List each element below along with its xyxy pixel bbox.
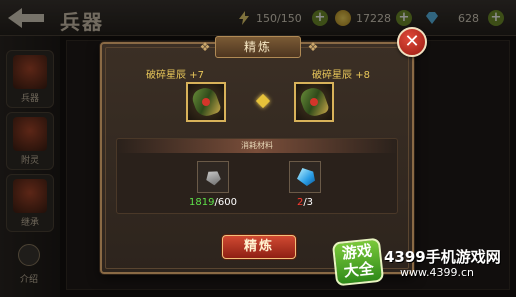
refine-button[interactable]: 精炼 bbox=[222, 235, 296, 259]
gem-icon bbox=[310, 98, 318, 106]
material-need: /600 bbox=[214, 197, 237, 208]
material-slot-stone[interactable] bbox=[197, 161, 229, 193]
close-icon[interactable]: ✕ bbox=[397, 27, 427, 57]
gem-icon bbox=[202, 98, 210, 106]
next-item-name: 破碎星辰 +8 bbox=[312, 70, 370, 81]
material-slot-crystal[interactable] bbox=[289, 161, 321, 193]
crystal-icon bbox=[297, 168, 315, 186]
title-ornament-icon: ❖ bbox=[307, 40, 319, 54]
watermark-logo: 游戏 大全 bbox=[331, 237, 385, 287]
material-need: /3 bbox=[303, 197, 314, 208]
material-count-crystal: 2/3 bbox=[275, 197, 335, 208]
watermark-text: 4399手机游戏网 bbox=[384, 248, 501, 266]
material-count-stone: 1819/600 bbox=[183, 197, 243, 208]
material-have: 1819 bbox=[189, 197, 215, 208]
dialog-title: 精炼 bbox=[215, 36, 301, 58]
materials-header: 消耗材料 bbox=[117, 139, 397, 153]
watermark-url: www.4399.cn bbox=[400, 266, 474, 279]
current-item-slot[interactable] bbox=[186, 82, 226, 122]
current-item-name: 破碎星辰 +7 bbox=[146, 70, 204, 81]
next-item-slot[interactable] bbox=[294, 82, 334, 122]
title-ornament-icon: ❖ bbox=[199, 40, 211, 54]
stone-icon bbox=[203, 167, 223, 186]
materials-section: 消耗材料 1819/600 2/3 bbox=[116, 138, 398, 214]
